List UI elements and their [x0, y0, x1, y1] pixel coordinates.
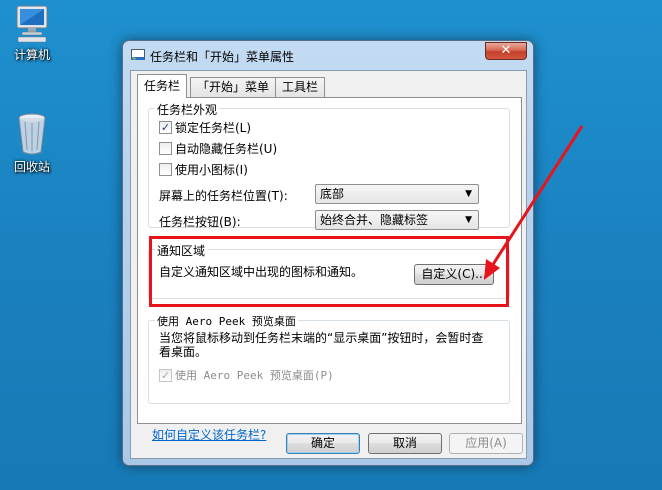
dialog-title: 任务栏和「开始」菜单属性 — [150, 50, 295, 64]
annotation-highlight-box — [149, 236, 509, 307]
apply-button[interactable]: 应用(A) — [449, 433, 523, 454]
lock-taskbar-checkbox-row[interactable]: ✓ 锁定任务栏(L) — [159, 119, 251, 135]
taskbar-buttons-value: 始终合并、隐藏标签 — [320, 213, 429, 227]
group-title-aero-peek: 使用 Aero Peek 预览桌面 — [155, 313, 298, 329]
taskbar-location-value: 底部 — [320, 187, 345, 201]
small-icons-label: 使用小图标(I) — [175, 163, 248, 177]
aero-peek-description: 当您将鼠标移动到任务栏末端的“显示桌面”按钮时，会暂时查看桌面。 — [159, 331, 484, 359]
ok-button[interactable]: 确定 — [286, 433, 360, 454]
chevron-down-icon: ▼ — [465, 215, 472, 225]
aero-peek-checkbox-row[interactable]: ✓ 使用 Aero Peek 预览桌面(P) — [159, 367, 334, 383]
computer-icon — [16, 5, 48, 43]
desktop-icon-label: 计算机 — [13, 48, 50, 62]
recycle-bin-icon — [18, 113, 46, 155]
group-taskbar-appearance: 任务栏外观 ✓ 锁定任务栏(L) 自动隐藏任务栏(U) 使用小图标(I) 屏幕上的… — [148, 101, 510, 230]
lock-taskbar-label: 锁定任务栏(L) — [175, 121, 252, 135]
taskbar-location-select[interactable]: 底部 ▼ — [315, 184, 479, 204]
chevron-down-icon: ▼ — [465, 189, 472, 199]
group-aero-peek: 使用 Aero Peek 预览桌面 当您将鼠标移动到任务栏末端的“显示桌面”按钮… — [148, 313, 510, 404]
help-link[interactable]: 如何自定义该任务栏? — [152, 426, 266, 443]
aero-peek-checkbox-label: 使用 Aero Peek 预览桌面(P) — [175, 369, 334, 382]
taskbar-buttons-label: 任务栏按钮(B): — [159, 215, 241, 229]
desktop-icon-computer[interactable]: 计算机 — [0, 4, 64, 63]
aero-peek-checkbox[interactable]: ✓ — [159, 368, 172, 382]
taskbar-properties-icon — [131, 49, 145, 60]
cancel-button[interactable]: 取消 — [368, 433, 442, 454]
group-title-appearance: 任务栏外观 — [155, 101, 220, 118]
auto-hide-checkbox-row[interactable]: 自动隐藏任务栏(U) — [159, 140, 277, 156]
desktop-icon-recycle-bin[interactable]: 回收站 — [0, 112, 64, 175]
tab-start-menu[interactable]: 「开始」菜单 — [190, 77, 277, 97]
title-bar[interactable]: 任务栏和「开始」菜单属性 ✕ — [123, 41, 533, 69]
auto-hide-label: 自动隐藏任务栏(U) — [175, 142, 278, 156]
auto-hide-checkbox[interactable] — [159, 142, 172, 155]
tab-toolbars[interactable]: 工具栏 — [275, 77, 326, 97]
tab-taskbar[interactable]: 任务栏 — [137, 74, 188, 98]
taskbar-buttons-select[interactable]: 始终合并、隐藏标签 ▼ — [315, 210, 479, 230]
small-icons-checkbox-row[interactable]: 使用小图标(I) — [159, 161, 248, 177]
close-button[interactable]: ✕ — [485, 42, 527, 60]
small-icons-checkbox[interactable] — [159, 163, 172, 176]
taskbar-location-label: 屏幕上的任务栏位置(T): — [159, 189, 288, 203]
desktop-icon-label: 回收站 — [13, 160, 50, 174]
lock-taskbar-checkbox[interactable]: ✓ — [159, 121, 172, 134]
